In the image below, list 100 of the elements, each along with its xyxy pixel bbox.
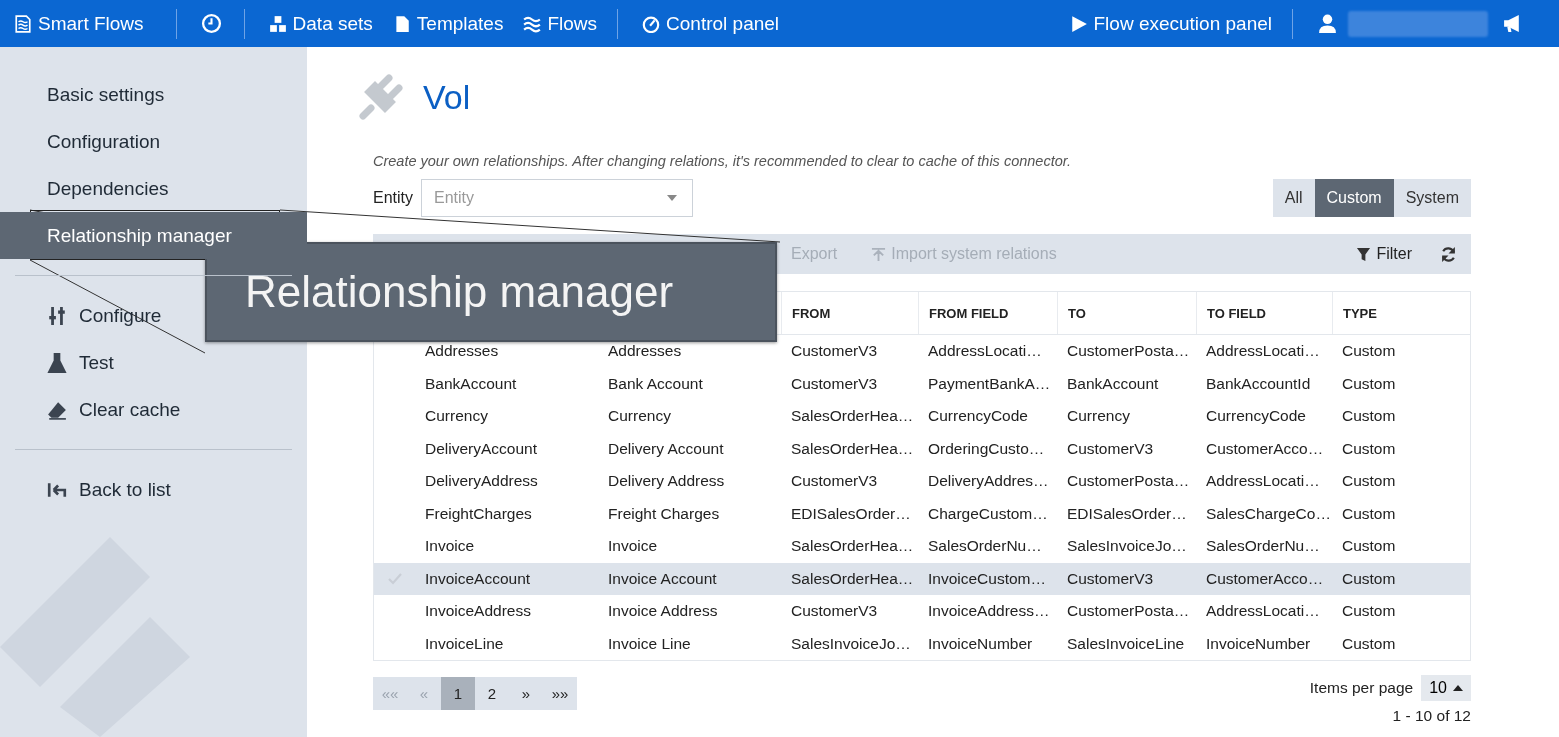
table-cell-text: InvoiceAccount: [424, 569, 532, 588]
table-cell-text: CustomerV3: [1066, 439, 1155, 458]
next-page-button[interactable]: »: [509, 677, 543, 710]
waves-icon: [523, 14, 542, 33]
table-cell-text: CustomerPosta…: [1066, 342, 1191, 361]
table-cell-text: ChargeCustom…: [927, 504, 1049, 523]
table-row[interactable]: Addresses Addresses CustomerV3 AddressLocati… CustomerPosta… AddressLocati… Custom: [374, 335, 1470, 368]
column-header[interactable]: FROM FIELD: [918, 292, 1057, 334]
table-cell-text: SalesOrderNu…: [1205, 537, 1321, 556]
table-cell-text: DeliveryAddres…: [927, 472, 1050, 491]
table-cell-text: InvoiceNumber: [1205, 634, 1312, 653]
nav-link[interactable]: Flow execution panel: [1069, 12, 1272, 35]
table-cell-text: SalesInvoiceLine: [1066, 634, 1186, 653]
table-cell-text: CustomerPosta…: [1066, 602, 1191, 621]
table-row[interactable]: DeliveryAddress Delivery Address CustomerV3 DeliveryAddres… CustomerPosta… AddressLocati… Custom: [374, 465, 1470, 498]
table-cell-text: Currency: [1066, 407, 1131, 426]
description-text: Create your own relationships. After changing relations, it's recommended to clear to cache of this connector.: [373, 153, 1073, 169]
table-row[interactable]: InvoiceAddress Invoice Address CustomerV3 InvoiceAddress… CustomerPosta… AddressLocati… Custom: [374, 595, 1470, 628]
sliders-icon: [47, 305, 67, 326]
funnel-icon: [1356, 246, 1372, 262]
table-cell-text: Invoice Address: [607, 602, 719, 621]
table-row[interactable]: InvoiceAccount Invoice Account SalesOrderHea… InvoiceCustom… CustomerV3 CustomerAcco… Custom: [374, 562, 1470, 595]
play-icon: [1069, 14, 1088, 33]
page-button[interactable]: 2: [475, 677, 509, 710]
nav-link[interactable]: Control panel: [642, 12, 780, 35]
table-cell-text: InvoiceAddress…: [927, 602, 1051, 621]
table-cell-text: CustomerAcco…: [1205, 439, 1325, 458]
table-cell-text: SalesOrderHea…: [790, 537, 915, 556]
sidebar-item[interactable]: Clear cache: [0, 386, 307, 433]
table-cell-text: AddressLocati…: [1205, 472, 1321, 491]
table-cell-text: Currency: [424, 407, 489, 426]
blocks-icon: [268, 14, 287, 33]
table-row[interactable]: FreightCharges Freight Charges EDISalesOrder… ChargeCustom… EDISalesOrder… SalesChargeCo… Custom: [374, 497, 1470, 530]
nav-link[interactable]: Flows: [523, 12, 598, 35]
sidebar-item[interactable]: Relationship manager: [0, 212, 307, 259]
page-button[interactable]: 1: [441, 677, 475, 710]
table-cell-text: SalesOrderHea…: [790, 439, 915, 458]
table-cell-text: SalesOrderHea…: [790, 569, 915, 588]
table-cell-text: Custom: [1341, 439, 1397, 458]
table-cell-text: Custom: [1341, 407, 1397, 426]
entity-dropdown[interactable]: Entity: [421, 179, 693, 217]
table-cell-text: PaymentBankA…: [927, 374, 1052, 393]
table-cell-text: Invoice Account: [607, 569, 718, 588]
table-cell-text: Addresses: [607, 342, 683, 361]
table-cell-text: FreightCharges: [424, 504, 533, 523]
table-cell-text: SalesInvoiceJo…: [1066, 537, 1188, 556]
scope-tab[interactable]: Custom: [1314, 179, 1394, 217]
table-cell-text: SalesInvoiceJo…: [790, 634, 912, 653]
table-cell-text: InvoiceNumber: [927, 634, 1034, 653]
sidebar-item[interactable]: Configuration: [0, 118, 307, 165]
table-cell-text: Invoice Line: [607, 634, 692, 653]
table-cell-text: Bank Account: [607, 374, 704, 393]
table-row[interactable]: BankAccount Bank Account CustomerV3 PaymentBankA… BankAccount BankAccountId Custom: [374, 367, 1470, 400]
waves-document-icon: [14, 14, 32, 33]
sidebar-item[interactable]: Dependencies: [0, 165, 307, 212]
table-cell-text: SalesOrderHea…: [790, 407, 915, 426]
nav-link[interactable]: Data sets: [268, 12, 373, 35]
brand-link[interactable]: Smart Flows: [14, 12, 144, 35]
callout-text: Relationship manager: [245, 267, 674, 317]
column-header[interactable]: TO: [1057, 292, 1196, 334]
items-per-page-dropdown[interactable]: 10: [1421, 675, 1471, 701]
items-per-page-label: Items per page: [1309, 679, 1414, 697]
table-cell-text: DeliveryAddress: [424, 472, 539, 491]
sidebar-item[interactable]: Test: [0, 339, 307, 386]
table-row[interactable]: Currency Currency SalesOrderHea… CurrencyCode Currency CurrencyCode Custom: [374, 400, 1470, 433]
table-row[interactable]: InvoiceLine Invoice Line SalesInvoiceJo… InvoiceNumber SalesInvoiceLine InvoiceNumber Custom: [374, 627, 1470, 660]
table-cell-text: Custom: [1341, 374, 1397, 393]
table-row[interactable]: Invoice Invoice SalesOrderHea… SalesOrderNu… SalesInvoiceJo… SalesOrderNu… Custom: [374, 530, 1470, 563]
table-cell-text: DeliveryAccount: [424, 439, 538, 458]
table-cell-text: OrderingCusto…: [927, 439, 1046, 458]
column-header[interactable]: FROM: [781, 292, 918, 334]
column-header[interactable]: TYPE: [1332, 292, 1470, 334]
nav-link[interactable]: Templates: [392, 12, 504, 35]
table-cell-text: Custom: [1341, 634, 1397, 653]
table-cell-text: CurrencyCode: [1205, 407, 1307, 426]
refresh-icon[interactable]: [1440, 245, 1457, 263]
clock-icon[interactable]: [200, 13, 222, 34]
column-header[interactable]: TO FIELD: [1196, 292, 1332, 334]
table-cell-text: BankAccountId: [1205, 374, 1312, 393]
table-row[interactable]: DeliveryAccount Delivery Account SalesOrderHea… OrderingCusto… CustomerV3 CustomerAcco… Custom: [374, 432, 1470, 465]
table-cell-text: Delivery Account: [607, 439, 725, 458]
gauge-icon: [642, 14, 661, 33]
last-page-button[interactable]: »»: [543, 677, 577, 710]
table-cell-text: InvoiceLine: [424, 634, 505, 653]
entity-label: Entity: [373, 189, 413, 207]
table-cell-text: Custom: [1341, 472, 1397, 491]
table-cell-text: CustomerV3: [790, 472, 879, 491]
upload-icon: [871, 246, 887, 262]
user-icon[interactable]: [1317, 13, 1338, 34]
filter-button[interactable]: Filter: [1350, 244, 1418, 264]
table-cell-text: CustomerV3: [790, 602, 879, 621]
sidebar-item[interactable]: Basic settings: [0, 71, 307, 118]
table-cell-text: AddressLocati…: [1205, 342, 1321, 361]
table-cell-text: Currency: [607, 407, 672, 426]
table-cell-text: AddressLocati…: [1205, 602, 1321, 621]
table-cell-text: BankAccount: [424, 374, 518, 393]
table-cell-text: AddressLocati…: [927, 342, 1043, 361]
back-link[interactable]: Back to list: [0, 466, 307, 513]
table-cell-text: SalesOrderNu…: [927, 537, 1043, 556]
table-cell-text: CustomerAcco…: [1205, 569, 1325, 588]
